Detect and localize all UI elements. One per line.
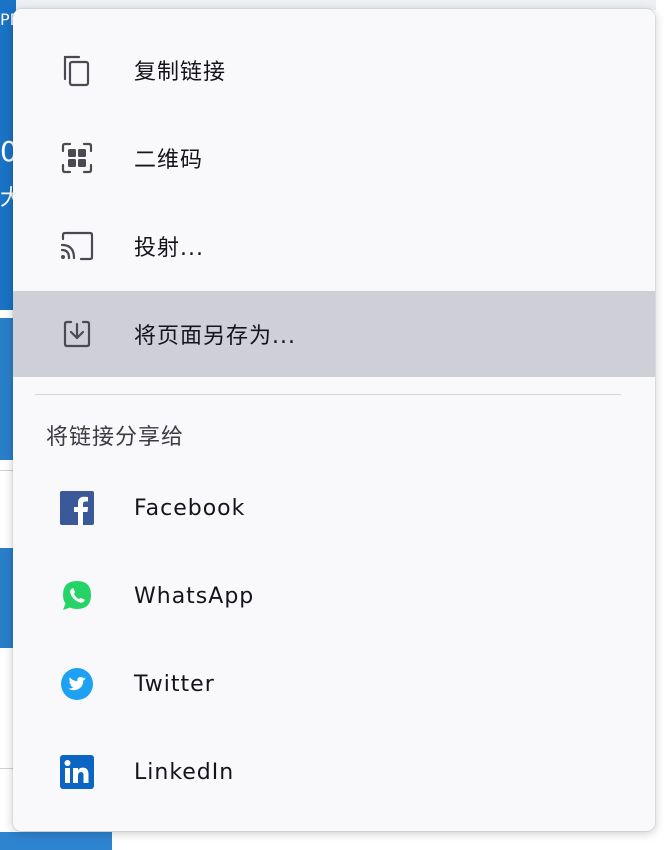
twitter-label: Twitter	[134, 671, 215, 697]
share-twitter-item[interactable]: Twitter	[13, 641, 655, 727]
qr-code-item[interactable]: 二维码	[13, 115, 655, 201]
facebook-icon	[59, 490, 95, 526]
save-page-as-item[interactable]: 将页面另存为...	[13, 291, 655, 377]
qr-code-label: 二维码	[134, 148, 204, 173]
share-facebook-item[interactable]: Facebook	[13, 465, 655, 551]
copy-link-label: 复制链接	[134, 60, 227, 85]
qr-code-icon	[59, 140, 95, 176]
share-linkedin-item[interactable]: LinkedIn	[13, 729, 655, 815]
share-whatsapp-item[interactable]: WhatsApp	[13, 553, 655, 639]
menu-divider	[35, 394, 621, 395]
whatsapp-label: WhatsApp	[134, 583, 255, 609]
cast-label: 投射...	[134, 236, 204, 261]
background-bottom-button	[0, 832, 112, 850]
whatsapp-icon	[59, 578, 95, 614]
copy-link-item[interactable]: 复制链接	[13, 27, 655, 113]
save-page-as-label: 将页面另存为...	[134, 324, 296, 349]
share-menu-panel: 复制链接 二维码 投射... 将页面另存为... 将链接分享给 Facebook…	[13, 9, 655, 831]
cast-item[interactable]: 投射...	[13, 203, 655, 289]
linkedin-label: LinkedIn	[134, 759, 235, 785]
copy-icon	[59, 52, 95, 88]
linkedin-icon	[59, 754, 95, 790]
twitter-icon	[59, 666, 95, 702]
cast-icon	[59, 228, 95, 264]
save-download-icon	[59, 316, 95, 352]
share-section-heading: 将链接分享给	[46, 425, 185, 450]
facebook-label: Facebook	[134, 495, 246, 521]
